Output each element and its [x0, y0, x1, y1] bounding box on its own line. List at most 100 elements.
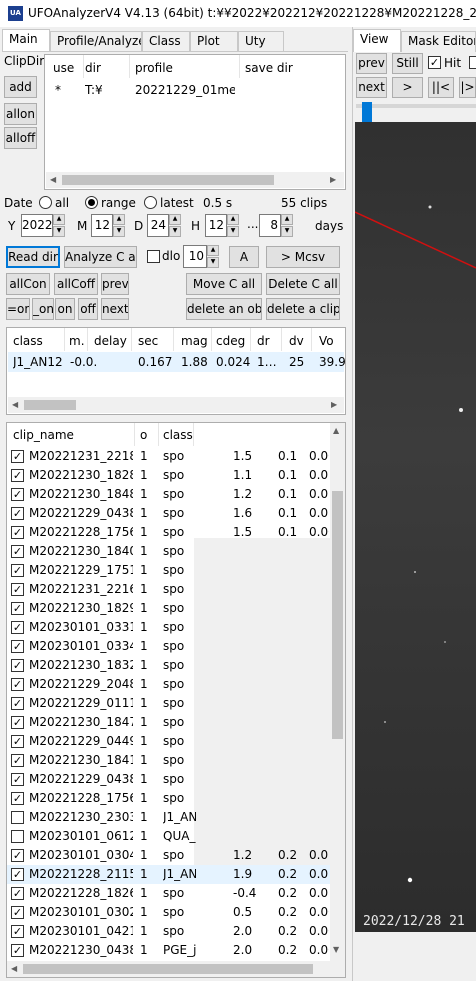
clip-hscroll-thumb[interactable]: [23, 964, 313, 974]
on-button[interactable]: on: [55, 298, 75, 320]
days-down-icon[interactable]: ▼: [281, 226, 293, 237]
row-checkbox[interactable]: ✓: [11, 697, 24, 710]
date-range-radio[interactable]: [85, 196, 98, 209]
table-row[interactable]: ✓ M20230101_0304… 1 spo 1.2 0.2 0.01: [7, 846, 335, 865]
table-row[interactable]: ✓ M20230101_0302… 1 spo 0.5 0.2 0.00: [7, 903, 335, 922]
allcoff-button[interactable]: allCoff: [54, 273, 98, 295]
table-row[interactable]: ✓ M20221230_1829… 1 spo: [7, 599, 335, 618]
month-down-icon[interactable]: ▼: [113, 226, 125, 237]
row-checkbox[interactable]: ✓: [11, 773, 24, 786]
extra-checkbox[interactable]: [469, 56, 476, 69]
col-delay[interactable]: delay: [94, 334, 127, 348]
panel-splitter[interactable]: [352, 27, 353, 981]
class-scroll-thumb[interactable]: [24, 400, 76, 410]
col-cdeg[interactable]: cdeg: [216, 334, 245, 348]
forward-button[interactable]: >: [392, 77, 423, 98]
table-row[interactable]: ✓ M20221228_1756… 1 spo 1.5 0.1 0.00: [7, 523, 335, 542]
table-row[interactable]: ✓ M20221230_1840… 1 spo: [7, 542, 335, 561]
col-use[interactable]: use: [53, 61, 74, 75]
year-input[interactable]: 2022: [21, 214, 53, 237]
table-row[interactable]: ✓ M20230101_0334… 1 spo: [7, 637, 335, 656]
row-checkbox[interactable]: ✓: [11, 754, 24, 767]
col-class[interactable]: class: [13, 334, 43, 348]
hour-down-icon[interactable]: ▼: [227, 226, 239, 237]
tab-main[interactable]: Main: [2, 29, 50, 52]
scroll-left-icon[interactable]: ◀: [50, 175, 56, 184]
row-checkbox[interactable]: [11, 830, 24, 843]
table-row[interactable]: ✓ M20221229_1751… 1 spo: [7, 561, 335, 580]
scroll-right-icon[interactable]: ▶: [331, 400, 337, 409]
eq-on-button[interactable]: =on: [6, 298, 30, 320]
row-checkbox[interactable]: ✓: [11, 602, 24, 615]
frame-slider-thumb[interactable]: [362, 102, 372, 122]
view-next-button[interactable]: next: [356, 77, 387, 98]
date-latest-radio[interactable]: [144, 196, 157, 209]
table-row[interactable]: M20230101_0612… 1 QUA_: [7, 827, 335, 846]
class-table[interactable]: class m. delay sec mag cdeg dr dv Vo J1_…: [6, 327, 346, 415]
row-checkbox[interactable]: ✓: [11, 450, 24, 463]
class-row[interactable]: J1_AN12 -0.0… 0.167 1.88 0.024 1… 25 39.…: [8, 352, 346, 372]
underscore-on-button[interactable]: _on: [32, 298, 54, 320]
hour-input[interactable]: 12: [205, 214, 227, 237]
col-m[interactable]: m.: [69, 334, 85, 348]
row-checkbox[interactable]: ✓: [11, 868, 24, 881]
row-checkbox[interactable]: ✓: [11, 792, 24, 805]
col-vo[interactable]: Vo: [319, 334, 334, 348]
table-row[interactable]: ✓ M20221230_0438… 1 PGE_ja 2.0 0.2 0.00: [7, 941, 335, 960]
move-c-all-button[interactable]: Move C all: [186, 273, 262, 295]
allcon-button[interactable]: allCon: [6, 273, 50, 295]
frame-track[interactable]: [356, 104, 476, 108]
table-row[interactable]: ✓ M20221229_0111… 1 spo: [7, 694, 335, 713]
row-checkbox[interactable]: ✓: [11, 735, 24, 748]
day-down-icon[interactable]: ▼: [169, 226, 181, 237]
dlo-up-icon[interactable]: ▲: [207, 245, 219, 256]
col-mag[interactable]: mag: [181, 334, 208, 348]
row-checkbox[interactable]: ✓: [11, 564, 24, 577]
tab-mask-editor[interactable]: Mask Editor: [401, 31, 476, 52]
table-row[interactable]: ✓ M20230101_0331… 1 spo: [7, 618, 335, 637]
row-checkbox[interactable]: ✓: [11, 849, 24, 862]
days-input[interactable]: 8: [259, 214, 281, 237]
row-checkbox[interactable]: ✓: [11, 507, 24, 520]
first-frame-button[interactable]: ||<: [428, 77, 454, 98]
alloff-button[interactable]: alloff: [4, 127, 37, 149]
table-row[interactable]: ✓ M20230101_0421… 1 spo 2.0 0.2 0.00: [7, 922, 335, 941]
table-row[interactable]: ✓ M20221230_1847… 1 spo: [7, 713, 335, 732]
row-checkbox[interactable]: ✓: [11, 659, 24, 672]
table-row[interactable]: ✓ M20221231_2218… 1 spo 1.5 0.1 0.00: [7, 447, 335, 466]
scroll-left-icon[interactable]: ◀: [11, 964, 17, 973]
row-checkbox[interactable]: ✓: [11, 545, 24, 558]
clip-vscrollbar[interactable]: ▲ ▼: [330, 423, 345, 961]
last-frame-button[interactable]: |>: [459, 77, 476, 98]
row-checkbox[interactable]: ✓: [11, 887, 24, 900]
row-checkbox[interactable]: ✓: [11, 925, 24, 938]
row-checkbox[interactable]: [11, 811, 24, 824]
prev-button[interactable]: prev: [101, 273, 129, 295]
row-checkbox[interactable]: ✓: [11, 621, 24, 634]
col-clip-name[interactable]: clip_name: [13, 428, 74, 442]
date-all-radio[interactable]: [39, 196, 52, 209]
next-button[interactable]: next: [101, 298, 129, 320]
table-row[interactable]: ✓ M20221229_0449… 1 spo: [7, 732, 335, 751]
col-sec[interactable]: sec: [138, 334, 158, 348]
analyze-c-all-button[interactable]: Analyze C all: [64, 246, 137, 268]
days-up-icon[interactable]: ▲: [281, 214, 293, 225]
mcsv-button[interactable]: > Mcsv: [266, 246, 340, 268]
col-save-dir[interactable]: save dir: [245, 61, 293, 75]
row-checkbox[interactable]: ✓: [11, 906, 24, 919]
row-checkbox[interactable]: ✓: [11, 526, 24, 539]
tab-uty[interactable]: Uty: [238, 31, 284, 52]
clip-table[interactable]: clip_name o class ✓ M20221231_2218… 1 spo 1.…: [6, 422, 346, 978]
table-row[interactable]: ✓ M20221228_2115… 1 J1_AN12 1.9 0.2 0.02: [7, 865, 335, 884]
table-row[interactable]: ✓ M20221229_0438… 1 spo 1.6 0.1 0.01: [7, 504, 335, 523]
tab-profile-analyze[interactable]: Profile/Analyze: [50, 31, 142, 52]
year-down-icon[interactable]: ▼: [53, 226, 65, 237]
month-input[interactable]: 12: [91, 214, 113, 237]
clipdir-scroll-thumb[interactable]: [62, 175, 274, 185]
table-row[interactable]: M20221230_2303… 1 J1_AN: [7, 808, 335, 827]
clipdir-table[interactable]: use dir profile save dir * T:¥ 20221229_…: [44, 54, 346, 190]
still-button[interactable]: Still: [392, 53, 423, 74]
clipdir-hscrollbar[interactable]: ◀ ▶: [46, 172, 344, 188]
delete-an-obj-button[interactable]: delete an obj: [186, 298, 262, 320]
tab-view[interactable]: View: [353, 29, 401, 52]
